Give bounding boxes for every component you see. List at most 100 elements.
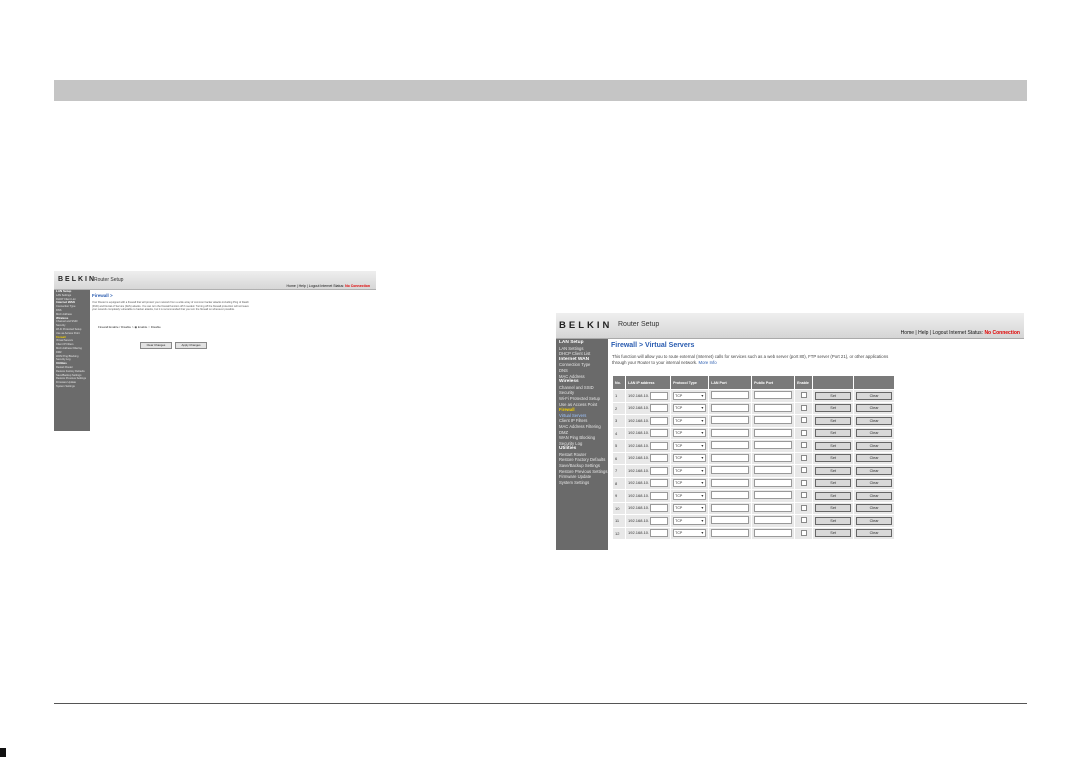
public-port-input[interactable] — [754, 416, 793, 425]
clear-button[interactable]: Clear — [856, 429, 893, 438]
public-port-input[interactable] — [754, 491, 793, 500]
enable-checkbox[interactable] — [800, 492, 807, 499]
protocol-select[interactable]: TCP ▼ — [673, 516, 707, 525]
clear-button[interactable]: Clear — [856, 391, 893, 400]
lan-port-input[interactable] — [711, 403, 750, 412]
clear-changes-button[interactable]: Clear Changes — [140, 342, 172, 349]
set-button[interactable]: Set — [815, 479, 852, 488]
nav-links[interactable]: Home | Help | Logout Internet Status: — [286, 284, 344, 288]
protocol-select[interactable]: TCP ▼ — [673, 479, 707, 488]
protocol-select[interactable]: TCP ▼ — [673, 416, 707, 425]
enable-checkbox[interactable] — [800, 442, 807, 449]
clear-button[interactable]: Clear — [856, 466, 893, 475]
clear-button[interactable]: Clear — [856, 404, 893, 413]
sidebar-item[interactable]: MAC Address Filtering — [556, 424, 608, 430]
sidebar-item[interactable]: Restore Factory Defaults — [54, 370, 90, 374]
protocol-select[interactable]: TCP ▼ — [673, 441, 707, 450]
enable-checkbox[interactable] — [800, 504, 807, 511]
public-port-input[interactable] — [754, 516, 793, 525]
lan-port-input[interactable] — [711, 491, 750, 500]
lan-port-input[interactable] — [711, 391, 750, 400]
set-button[interactable]: Set — [815, 404, 852, 413]
lan-port-input[interactable] — [711, 528, 750, 537]
enable-radio[interactable]: ◉ — [134, 325, 137, 329]
public-port-input[interactable] — [754, 528, 793, 537]
nav-links[interactable]: Home | Help | Logout Internet Status: — [901, 330, 983, 336]
public-port-input[interactable] — [754, 428, 793, 437]
enable-checkbox[interactable] — [800, 529, 807, 536]
enable-checkbox[interactable] — [800, 429, 807, 436]
ip-input[interactable] — [650, 429, 669, 438]
enable-checkbox[interactable] — [800, 517, 807, 524]
enable-checkbox[interactable] — [800, 479, 807, 486]
lan-port-input[interactable] — [711, 503, 750, 512]
ip-input[interactable] — [650, 479, 669, 488]
ip-input[interactable] — [650, 466, 669, 475]
lan-port-input[interactable] — [711, 516, 750, 525]
set-button[interactable]: Set — [815, 391, 852, 400]
protocol-select[interactable]: TCP ▼ — [673, 429, 707, 438]
protocol-select[interactable]: TCP ▼ — [673, 454, 707, 463]
clear-button[interactable]: Clear — [856, 416, 893, 425]
clear-button[interactable]: Clear — [856, 479, 893, 488]
set-button[interactable]: Set — [815, 504, 852, 513]
public-port-input[interactable] — [754, 403, 793, 412]
ip-input[interactable] — [650, 491, 669, 500]
clear-button[interactable]: Clear — [856, 441, 893, 450]
ip-input[interactable] — [650, 516, 669, 525]
protocol-value: TCP — [675, 468, 683, 473]
clear-button[interactable]: Clear — [856, 491, 893, 500]
header-links[interactable]: Home | Help | Logout Internet Status: No… — [286, 284, 370, 288]
clear-button[interactable]: Clear — [856, 529, 893, 538]
more-info-link[interactable]: More Info — [698, 360, 716, 365]
enable-checkbox[interactable] — [800, 417, 807, 424]
lan-port-input[interactable] — [711, 453, 750, 462]
protocol-select[interactable]: TCP ▼ — [673, 529, 707, 538]
clear-button[interactable]: Clear — [856, 516, 893, 525]
ip-input[interactable] — [650, 504, 669, 513]
set-button[interactable]: Set — [815, 441, 852, 450]
ip-input[interactable] — [650, 391, 669, 400]
public-port-input[interactable] — [754, 478, 793, 487]
lan-port-input[interactable] — [711, 441, 750, 450]
public-port-input[interactable] — [754, 466, 793, 475]
enable-checkbox[interactable] — [800, 392, 807, 399]
ip-input[interactable] — [650, 416, 669, 425]
enable-checkbox[interactable] — [800, 467, 807, 474]
public-port-input[interactable] — [754, 441, 793, 450]
apply-changes-button[interactable]: Apply Changes — [175, 342, 207, 349]
protocol-select[interactable]: TCP ▼ — [673, 391, 707, 400]
clear-button[interactable]: Clear — [856, 504, 893, 513]
lan-port-input[interactable] — [711, 478, 750, 487]
enable-checkbox[interactable] — [800, 454, 807, 461]
set-button[interactable]: Set — [815, 491, 852, 500]
clear-button[interactable]: Clear — [856, 454, 893, 463]
set-button[interactable]: Set — [815, 466, 852, 475]
protocol-select[interactable]: TCP ▼ — [673, 466, 707, 475]
ip-input[interactable] — [650, 441, 669, 450]
public-port-input[interactable] — [754, 453, 793, 462]
set-cell: Set — [813, 465, 854, 477]
sidebar-item[interactable]: System Settings — [54, 385, 90, 389]
protocol-select[interactable]: TCP ▼ — [673, 504, 707, 513]
set-button[interactable]: Set — [815, 416, 852, 425]
set-button[interactable]: Set — [815, 529, 852, 538]
set-button[interactable]: Set — [815, 516, 852, 525]
sidebar-item[interactable]: System Settings — [556, 480, 608, 486]
header-links[interactable]: Home | Help | Logout Internet Status: No… — [901, 330, 1020, 336]
set-button[interactable]: Set — [815, 429, 852, 438]
public-port-input[interactable] — [754, 503, 793, 512]
disable-radio[interactable]: ○ — [148, 325, 150, 329]
lan-port-input[interactable] — [711, 428, 750, 437]
ip-input[interactable] — [650, 454, 669, 463]
lan-port-input[interactable] — [711, 466, 750, 475]
protocol-select[interactable]: TCP ▼ — [673, 491, 707, 500]
enable-checkbox[interactable] — [800, 404, 807, 411]
ip-prefix: 192.168.10. — [628, 480, 650, 486]
lan-port-input[interactable] — [711, 416, 750, 425]
public-port-input[interactable] — [754, 391, 793, 400]
protocol-select[interactable]: TCP ▼ — [673, 404, 707, 413]
ip-input[interactable] — [650, 529, 669, 538]
ip-input[interactable] — [650, 404, 669, 413]
set-button[interactable]: Set — [815, 454, 852, 463]
